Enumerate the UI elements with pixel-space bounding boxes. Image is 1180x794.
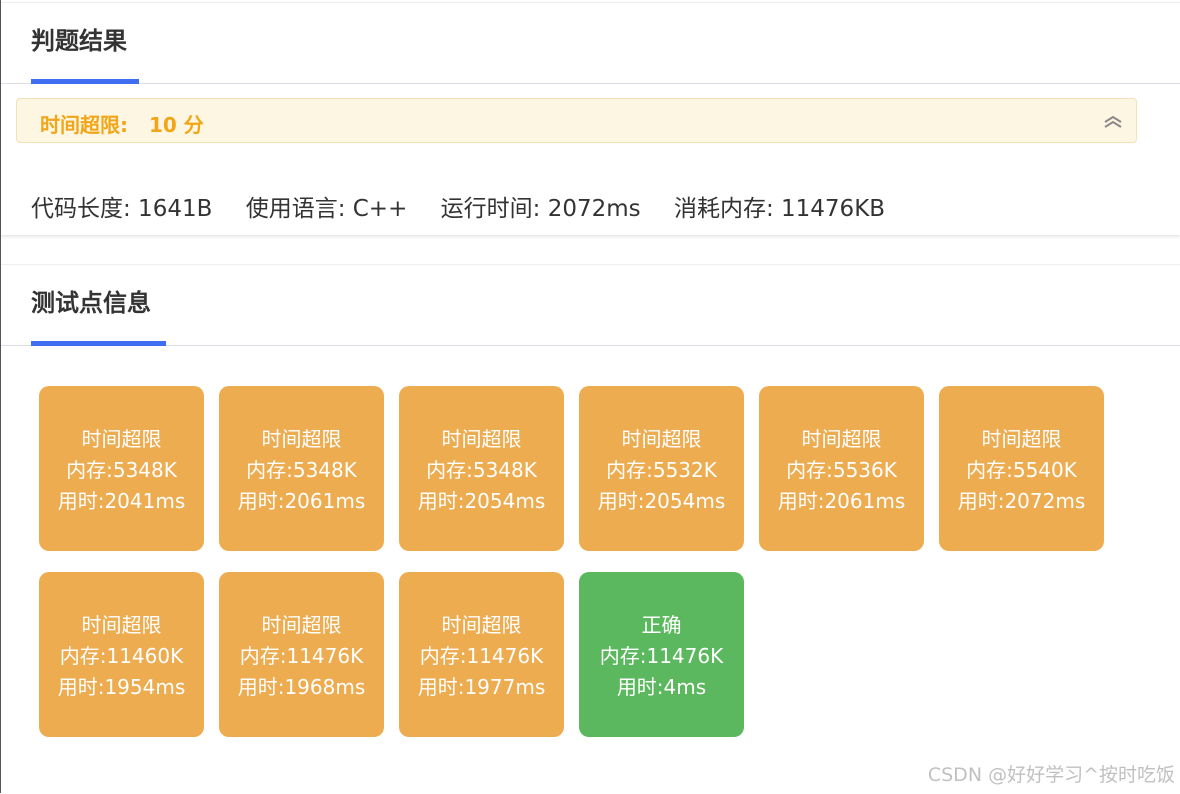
testcase-title: 测试点信息 (31, 289, 151, 317)
testcase-time: 用时:2054ms (417, 489, 546, 513)
submission-stats: 代码长度: 1641B 使用语言: C++ 运行时间: 2072ms 消耗内存:… (31, 189, 911, 223)
stat-memory: 消耗内存: 11476KB (673, 196, 886, 222)
testcase-status: 时间超限 (801, 427, 882, 451)
testcase-time: 用时:2061ms (777, 489, 906, 513)
testcase-item[interactable]: 时间超限 内存:5348K 用时:2054ms (399, 386, 564, 551)
stat-run-time: 运行时间: 2072ms (440, 196, 641, 222)
testcase-item[interactable]: 时间超限 内存:5348K 用时:2061ms (219, 386, 384, 551)
stat-language: 使用语言: C++ (245, 196, 408, 222)
testcase-memory: 内存:11476K (239, 644, 364, 668)
testcase-item[interactable]: 时间超限 内存:5536K 用时:2061ms (759, 386, 924, 551)
testcase-item[interactable]: 时间超限 内存:11476K 用时:1977ms (399, 572, 564, 737)
testcase-status: 时间超限 (441, 427, 522, 451)
testcase-time: 用时:2061ms (237, 489, 366, 513)
testcase-status: 时间超限 (261, 427, 342, 451)
result-score: 10 分 (149, 113, 204, 137)
testcase-memory: 内存:5348K (426, 458, 537, 482)
testcase-memory: 内存:11460K (59, 644, 184, 668)
testcase-header: 测试点信息 (1, 265, 1180, 346)
testcase-memory: 内存:11476K (419, 644, 544, 668)
testcase-title-underline (31, 341, 166, 346)
testcase-memory: 内存:5348K (66, 458, 177, 482)
judge-result-title: 判题结果 (31, 27, 127, 55)
testcase-time: 用时:1954ms (57, 675, 186, 699)
testcase-item[interactable]: 时间超限 内存:5540K 用时:2072ms (939, 386, 1104, 551)
judge-result-header: 判题结果 (1, 3, 1180, 84)
testcase-memory: 内存:5536K (786, 458, 897, 482)
testcase-status: 正确 (641, 613, 682, 637)
csdn-watermark: CSDN @好好学习^按时吃饭 (927, 764, 1175, 786)
testcase-time: 用时:2041ms (57, 489, 186, 513)
testcase-card: 测试点信息 时间超限 内存:5348K 用时:2041ms 时间超限 内存:53… (1, 264, 1180, 794)
result-status-banner[interactable]: 时间超限: 10 分 (16, 98, 1137, 143)
judge-result-card: 判题结果 时间超限: 10 分 代码长度: 1641B 使用语言: C++ 运行… (1, 2, 1180, 235)
double-chevron-up-icon[interactable] (1102, 113, 1124, 129)
testcase-memory: 内存:11476K (599, 644, 724, 668)
testcase-item[interactable]: 时间超限 内存:11460K 用时:1954ms (39, 572, 204, 737)
testcase-item[interactable]: 正确 内存:11476K 用时:4ms (579, 572, 744, 737)
testcase-status: 时间超限 (261, 613, 342, 637)
testcase-item[interactable]: 时间超限 内存:5532K 用时:2054ms (579, 386, 744, 551)
testcase-memory: 内存:5348K (246, 458, 357, 482)
stat-code-length: 代码长度: 1641B (31, 196, 213, 222)
judge-result-title-underline (31, 79, 139, 84)
testcase-time: 用时:2054ms (597, 489, 726, 513)
testcase-time: 用时:1968ms (237, 675, 366, 699)
testcase-status: 时间超限 (621, 427, 702, 451)
testcase-status: 时间超限 (81, 613, 162, 637)
testcase-time: 用时:4ms (616, 675, 707, 699)
testcase-status: 时间超限 (81, 427, 162, 451)
result-status-label: 时间超限: (40, 113, 128, 137)
testcase-item[interactable]: 时间超限 内存:11476K 用时:1968ms (219, 572, 384, 737)
testcase-memory: 内存:5540K (966, 458, 1077, 482)
testcase-status: 时间超限 (441, 613, 522, 637)
testcase-time: 用时:1977ms (417, 675, 546, 699)
testcase-status: 时间超限 (981, 427, 1062, 451)
testcase-item[interactable]: 时间超限 内存:5348K 用时:2041ms (39, 386, 204, 551)
testcase-memory: 内存:5532K (606, 458, 717, 482)
testcase-time: 用时:2072ms (957, 489, 1086, 513)
